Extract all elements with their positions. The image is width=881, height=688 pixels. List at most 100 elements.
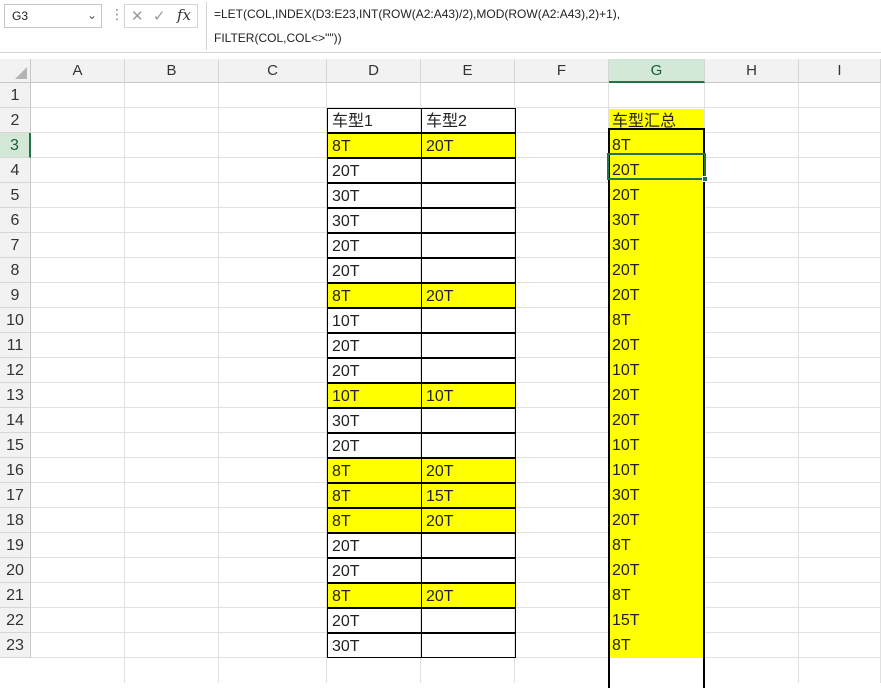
summary-cell[interactable]: 20T <box>609 283 704 308</box>
row-header-11[interactable]: 11 <box>0 333 31 358</box>
summary-cell[interactable]: 20T <box>609 333 704 358</box>
summary-cell[interactable]: 20T <box>609 508 704 533</box>
row-header-2[interactable]: 2 <box>0 108 31 133</box>
table-cell-d: 30T <box>327 633 422 658</box>
column-header-c[interactable]: C <box>219 59 327 83</box>
column-header-h[interactable]: H <box>705 59 799 83</box>
summary-cell[interactable]: 20T <box>609 558 704 583</box>
column-header-d[interactable]: D <box>327 59 421 83</box>
row-header-6[interactable]: 6 <box>0 208 31 233</box>
row-header-18[interactable]: 18 <box>0 508 31 533</box>
summary-cell[interactable]: 15T <box>609 608 704 633</box>
table-cell-d: 8T <box>327 458 422 483</box>
checkmark-icon[interactable]: ✓ <box>153 7 166 25</box>
table-cell-d: 8T <box>327 133 422 158</box>
table-header-cheXing1: 车型1 <box>327 108 422 133</box>
row-header-23[interactable]: 23 <box>0 633 31 658</box>
column-gridline <box>704 83 705 683</box>
summary-cell[interactable]: 20T <box>609 258 704 283</box>
table-cell-d: 30T <box>327 408 422 433</box>
formula-bar: G3 ⌄ ⋮ ✕ ✓ fx =LET(COL,INDEX(D3:E23,INT(… <box>0 0 881 53</box>
row-header-16[interactable]: 16 <box>0 458 31 483</box>
summary-cell[interactable]: 20T <box>609 408 704 433</box>
table-cell-d: 20T <box>327 533 422 558</box>
table-cell-d: 20T <box>327 358 422 383</box>
table-cell-e <box>421 258 516 283</box>
table-cell-e <box>421 358 516 383</box>
table-cell-e <box>421 158 516 183</box>
table-cell-e: 20T <box>421 458 516 483</box>
row-header-9[interactable]: 9 <box>0 283 31 308</box>
summary-cell[interactable]: 8T <box>609 133 704 158</box>
fill-handle[interactable] <box>702 176 708 182</box>
table-cell-e <box>421 558 516 583</box>
chevron-down-icon[interactable]: ⌄ <box>87 8 97 22</box>
table-cell-e <box>421 208 516 233</box>
table-cell-e: 20T <box>421 283 516 308</box>
table-cell-d: 8T <box>327 283 422 308</box>
insert-function-button[interactable]: fx <box>177 6 191 24</box>
summary-cell[interactable]: 8T <box>609 583 704 608</box>
row-header-15[interactable]: 15 <box>0 433 31 458</box>
table-cell-e <box>421 608 516 633</box>
summary-cell[interactable]: 8T <box>609 633 704 658</box>
row-header-7[interactable]: 7 <box>0 233 31 258</box>
name-box[interactable]: G3 ⌄ <box>4 4 102 28</box>
name-box-value: G3 <box>12 9 29 23</box>
row-header-14[interactable]: 14 <box>0 408 31 433</box>
summary-header: 车型汇总 <box>609 109 704 134</box>
row-header-21[interactable]: 21 <box>0 583 31 608</box>
table-cell-d: 30T <box>327 183 422 208</box>
row-header-4[interactable]: 4 <box>0 158 31 183</box>
row-header-12[interactable]: 12 <box>0 358 31 383</box>
table-cell-e <box>421 433 516 458</box>
select-all-corner[interactable] <box>0 59 31 83</box>
summary-cell[interactable]: 20T <box>609 158 704 183</box>
formula-line-1: =LET(COL,INDEX(D3:E23,INT(ROW(A2:A43)/2)… <box>214 7 621 21</box>
table-cell-e <box>421 308 516 333</box>
row-header-17[interactable]: 17 <box>0 483 31 508</box>
table-cell-e: 15T <box>421 483 516 508</box>
table-cell-e: 10T <box>421 383 516 408</box>
column-header-i[interactable]: I <box>799 59 881 83</box>
summary-cell[interactable]: 30T <box>609 208 704 233</box>
table-cell-d: 20T <box>327 433 422 458</box>
summary-cell[interactable]: 8T <box>609 533 704 558</box>
table-cell-d: 8T <box>327 483 422 508</box>
table-cell-d: 20T <box>327 158 422 183</box>
row-header-1[interactable]: 1 <box>0 83 31 108</box>
row-header-8[interactable]: 8 <box>0 258 31 283</box>
table-cell-d: 8T <box>327 583 422 608</box>
column-header-a[interactable]: A <box>31 59 125 83</box>
column-header-g[interactable]: G <box>609 59 705 83</box>
summary-cell[interactable]: 20T <box>609 183 704 208</box>
column-header-e[interactable]: E <box>421 59 515 83</box>
row-header-20[interactable]: 20 <box>0 558 31 583</box>
table-cell-e: 20T <box>421 133 516 158</box>
summary-cell[interactable]: 8T <box>609 308 704 333</box>
formula-buttons: ✕ ✓ fx <box>124 4 198 28</box>
formula-input[interactable]: =LET(COL,INDEX(D3:E23,INT(ROW(A2:A43)/2)… <box>206 2 876 50</box>
table-cell-d: 10T <box>327 383 422 408</box>
row-header-19[interactable]: 19 <box>0 533 31 558</box>
close-icon[interactable]: ✕ <box>131 7 144 25</box>
formula-line-2: FILTER(COL,COL<>"")) <box>214 31 342 45</box>
row-header-5[interactable]: 5 <box>0 183 31 208</box>
row-header-13[interactable]: 13 <box>0 383 31 408</box>
column-header-b[interactable]: B <box>125 59 219 83</box>
row-header-22[interactable]: 22 <box>0 608 31 633</box>
summary-cell[interactable]: 30T <box>609 233 704 258</box>
table-cell-e <box>421 633 516 658</box>
table-cell-e <box>421 533 516 558</box>
more-options-icon[interactable]: ⋮ <box>110 6 124 23</box>
summary-cell[interactable]: 10T <box>609 458 704 483</box>
row-header-10[interactable]: 10 <box>0 308 31 333</box>
table-cell-e <box>421 183 516 208</box>
column-header-f[interactable]: F <box>515 59 609 83</box>
summary-cell[interactable]: 10T <box>609 358 704 383</box>
summary-cell[interactable]: 20T <box>609 383 704 408</box>
table-cell-e <box>421 408 516 433</box>
row-header-3[interactable]: 3 <box>0 133 31 158</box>
summary-cell[interactable]: 30T <box>609 483 704 508</box>
summary-cell[interactable]: 10T <box>609 433 704 458</box>
